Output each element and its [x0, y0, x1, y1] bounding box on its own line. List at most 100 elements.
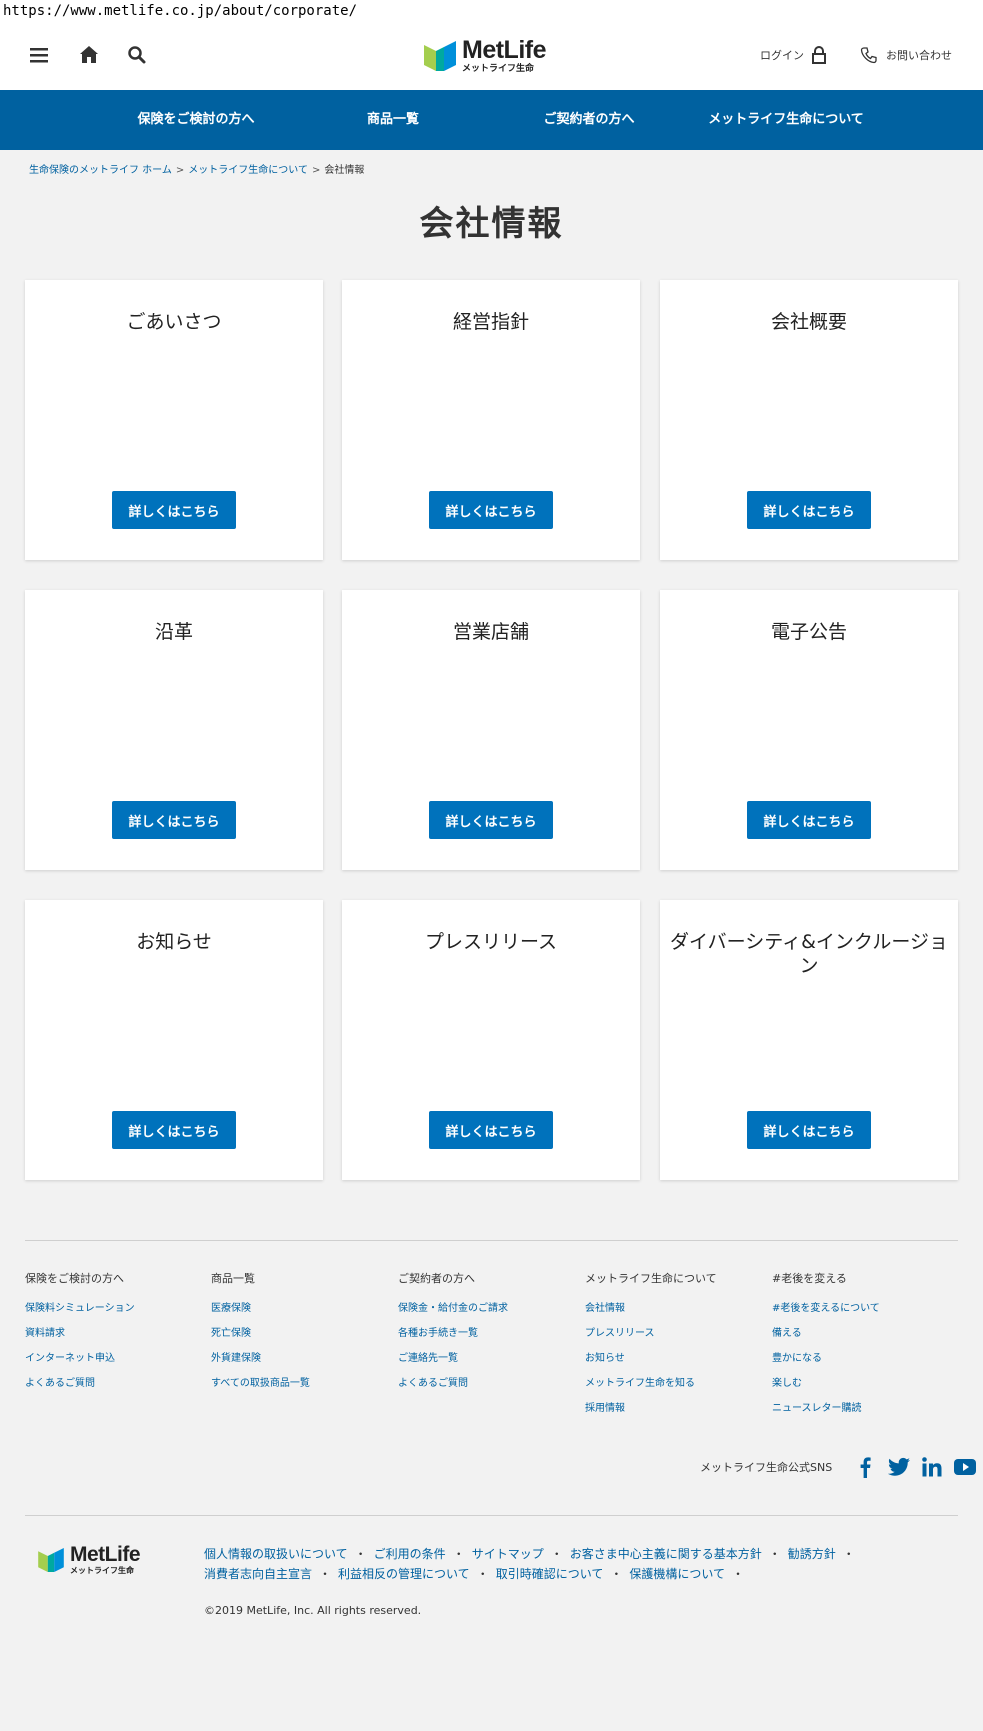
card-title: 会社概要 — [770, 311, 847, 333]
breadcrumb-home[interactable]: 生命保険のメットライフ ホーム — [29, 165, 172, 176]
footer-divider — [25, 1240, 958, 1241]
phone-icon — [860, 47, 877, 64]
details-button[interactable]: 詳しくはこちら — [112, 801, 236, 839]
details-button[interactable]: 詳しくはこちら — [112, 491, 236, 529]
footer-link[interactable]: ご連絡先一覧 — [398, 1346, 508, 1371]
footer-link[interactable]: すべての取扱商品一覧 — [211, 1371, 310, 1396]
footer-legal-link[interactable]: 勧誘方針 — [788, 1547, 836, 1561]
footer-link[interactable]: お知らせ — [585, 1346, 717, 1371]
youtube-icon[interactable] — [954, 1458, 977, 1476]
logo-wordmark: MetLife — [70, 1543, 141, 1566]
footer-link[interactable]: 豊かになる — [772, 1346, 880, 1371]
page-title: 会社情報 — [419, 204, 564, 244]
card-public-notice: 電子公告 詳しくはこちら — [660, 590, 958, 870]
address-bar[interactable]: https://www.metlife.co.jp/about/corporat… — [0, 0, 983, 22]
footer-column-heading: ご契約者の方へ — [398, 1272, 475, 1285]
card-title: ダイバーシティ&インクルージョン — [670, 931, 948, 977]
details-button[interactable]: 詳しくはこちら — [429, 1111, 553, 1149]
footer-link[interactable]: 死亡保険 — [211, 1321, 310, 1346]
breadcrumb-separator: > — [175, 165, 185, 176]
footer-column-heading: 保険をご検討の方へ — [25, 1272, 124, 1285]
footer-link[interactable]: #老後を変えるについて — [772, 1296, 880, 1321]
footer-link[interactable]: 外貨建保険 — [211, 1346, 310, 1371]
nav-item-policyholders[interactable]: ご契約者の方へ — [543, 90, 634, 150]
linkedin-icon[interactable] — [922, 1457, 942, 1477]
footer-legal-link[interactable]: 利益相反の管理について — [338, 1567, 470, 1581]
card-title: 電子公告 — [770, 621, 847, 643]
breadcrumb-current: 会社情報 — [324, 165, 365, 176]
lock-icon — [812, 46, 826, 64]
footer-link[interactable]: 各種お手続き一覧 — [398, 1321, 508, 1346]
footer-divider — [25, 1515, 958, 1516]
login-label: ログイン — [760, 49, 804, 62]
copyright: ©2019 MetLife, Inc. All rights reserved. — [204, 1604, 422, 1617]
footer-legal-link[interactable]: お客さま中心主義に関する基本方針 — [570, 1547, 762, 1561]
breadcrumb-about[interactable]: メットライフ生命について — [188, 165, 308, 176]
login-link[interactable]: ログイン — [760, 46, 826, 64]
metlife-logo-mark-icon — [424, 41, 456, 71]
footer-link[interactable]: 資料請求 — [25, 1321, 135, 1346]
nav-item-products[interactable]: 商品一覧 — [367, 90, 419, 150]
footer-column-retirement: #老後を変える #老後を変えるについて 備える 豊かになる 楽しむ ニュースレタ… — [772, 1270, 880, 1421]
footer-link[interactable]: よくあるご質問 — [25, 1371, 135, 1396]
details-button[interactable]: 詳しくはこちら — [747, 1111, 871, 1149]
facebook-icon[interactable] — [856, 1456, 876, 1478]
logo-subtext: メットライフ生命 — [70, 1566, 134, 1575]
twitter-icon[interactable] — [888, 1457, 911, 1477]
footer-legal-link[interactable]: 取引時確認について — [496, 1567, 604, 1581]
footer-metlife-logo[interactable]: MetLife メットライフ生命 — [38, 1543, 141, 1575]
nav-item-consider[interactable]: 保険をご検討の方へ — [137, 90, 254, 150]
footer-legal-link[interactable]: ご利用の条件 — [374, 1547, 446, 1561]
home-icon[interactable] — [76, 42, 102, 68]
footer-link[interactable]: 採用情報 — [585, 1396, 717, 1421]
footer-link[interactable]: メットライフ生命を知る — [585, 1371, 717, 1396]
nav-item-about[interactable]: メットライフ生命について — [708, 90, 864, 150]
footer-link[interactable]: 医療保険 — [211, 1296, 310, 1321]
card-title: 営業店舗 — [452, 621, 529, 643]
card-branches: 営業店舗 詳しくはこちら — [342, 590, 640, 870]
main-nav: 保険をご検討の方へ 商品一覧 ご契約者の方へ メットライフ生命について — [0, 90, 983, 150]
card-management-policy: 経営指針 詳しくはこちら — [342, 280, 640, 560]
footer-legal-link[interactable]: サイトマップ — [472, 1547, 544, 1561]
footer-link[interactable]: ニュースレター購読 — [772, 1396, 880, 1421]
footer-legal-link[interactable]: 消費者志向自主宣言 — [204, 1567, 312, 1581]
search-icon[interactable] — [124, 42, 150, 68]
footer-link[interactable]: 会社情報 — [585, 1296, 717, 1321]
card-diversity-inclusion: ダイバーシティ&インクルージョン 詳しくはこちら — [660, 900, 958, 1180]
footer-legal-links: 個人情報の取扱いについて・ご利用の条件・サイトマップ・お客さま中心主義に関する基… — [204, 1547, 855, 1581]
metlife-logo[interactable]: MetLife メットライフ生命 — [424, 34, 547, 78]
footer-legal-link[interactable]: 個人情報の取扱いについて — [204, 1547, 348, 1561]
site-header: MetLife メットライフ生命 ログイン お問い合わせ — [0, 22, 983, 90]
footer-link[interactable]: インターネット申込 — [25, 1346, 135, 1371]
footer-link[interactable]: よくあるご質問 — [398, 1371, 508, 1396]
footer-link[interactable]: プレスリリース — [585, 1321, 717, 1346]
card-title: 経営指針 — [452, 311, 529, 333]
footer-link[interactable]: 保険料シミュレーション — [25, 1296, 135, 1321]
card-press-release: プレスリリース 詳しくはこちら — [342, 900, 640, 1180]
details-button[interactable]: 詳しくはこちら — [429, 491, 553, 529]
breadcrumb: 生命保険のメットライフ ホーム > メットライフ生命について > 会社情報 — [29, 161, 364, 176]
menu-icon[interactable] — [26, 42, 52, 68]
details-button[interactable]: 詳しくはこちら — [747, 801, 871, 839]
footer-link[interactable]: 楽しむ — [772, 1371, 880, 1396]
card-title: プレスリリース — [424, 931, 558, 953]
card-title: ごあいさつ — [126, 311, 222, 333]
details-button[interactable]: 詳しくはこちら — [112, 1111, 236, 1149]
card-title: 沿革 — [154, 621, 193, 643]
logo-wordmark: MetLife — [462, 36, 547, 64]
contact-label: お問い合わせ — [886, 49, 952, 62]
details-button[interactable]: 詳しくはこちら — [747, 491, 871, 529]
details-button[interactable]: 詳しくはこちら — [429, 801, 553, 839]
footer-legal-link[interactable]: 保護機構について — [629, 1567, 725, 1581]
footer-column-heading: 商品一覧 — [211, 1272, 255, 1285]
logo-subtext: メットライフ生命 — [462, 64, 535, 74]
footer-column-about: メットライフ生命について 会社情報 プレスリリース お知らせ メットライフ生命を… — [585, 1270, 717, 1421]
footer-column-heading: メットライフ生命について — [585, 1272, 717, 1285]
footer-column-policyholders: ご契約者の方へ 保険金・給付金のご請求 各種お手続き一覧 ご連絡先一覧 よくある… — [398, 1270, 508, 1396]
footer-link[interactable]: 備える — [772, 1321, 880, 1346]
metlife-logo-mark-icon — [38, 1547, 64, 1572]
card-title: お知らせ — [136, 931, 212, 953]
contact-link[interactable]: お問い合わせ — [860, 46, 952, 64]
footer-link[interactable]: 保険金・給付金のご請求 — [398, 1296, 508, 1321]
card-company-overview: 会社概要 詳しくはこちら — [660, 280, 958, 560]
